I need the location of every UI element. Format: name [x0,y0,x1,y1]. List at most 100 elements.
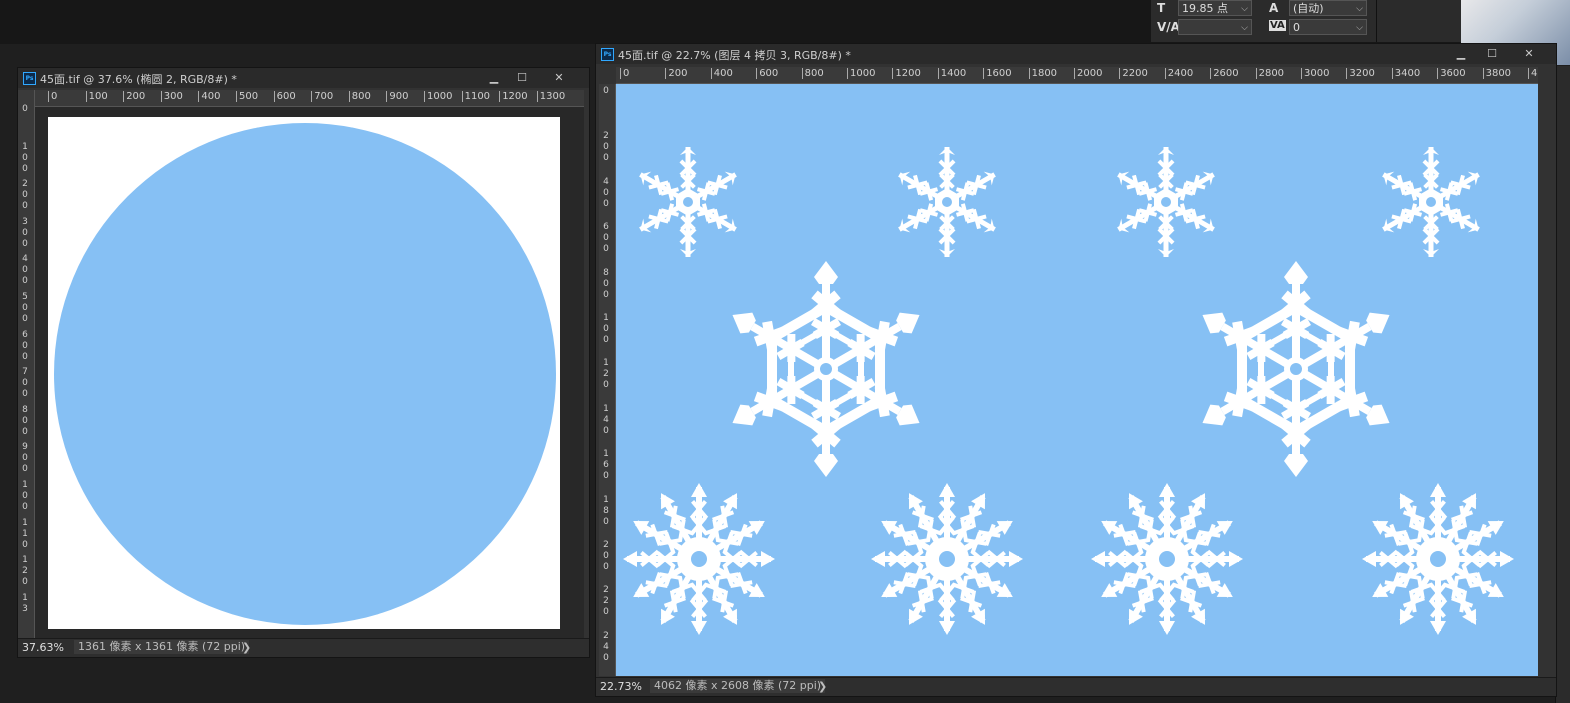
snowflake-shape [1114,147,1218,257]
zoom-level[interactable]: 37.63% [22,641,64,654]
ruler-tick-label: 1 2 0 [603,358,609,391]
ruler-tick-label: 2 0 0 [603,540,609,572]
ruler-tick-label: 0 [603,86,609,96]
tracking-field[interactable]: 0 ⌵ [1289,19,1367,35]
minimize-button[interactable]: ▁ [483,70,505,85]
chevron-down-icon[interactable]: ⌵ [1356,1,1363,17]
horizontal-ruler[interactable]: 0 200 400 600 800 1000 1200 1400 1600 1800 2000 220… [616,67,1538,84]
chevron-down-icon[interactable]: ⌵ [1241,1,1248,17]
ruler-tick-label: 0 [48,91,57,102]
ruler-tick-label: 1200 [892,68,921,79]
vertical-ruler[interactable]: 0 1 0 0 2 0 0 3 0 0 4 0 0 5 0 0 6 0 0 7 0 0 8 0 … [18,90,35,638]
ruler-tick-label: 1 1 0 [22,517,28,550]
leading-icon: A [1269,1,1279,15]
ruler-tick-label: 2 2 0 [603,585,609,618]
tracking-value: 0 [1293,21,1300,34]
chevron-right-icon[interactable]: ❯ [818,680,827,693]
ruler-tick-label: 6 0 0 [22,329,28,362]
chevron-down-icon[interactable]: ⌵ [1241,20,1248,36]
ruler-tick-label: 1 2 0 [22,555,28,588]
leading-field[interactable]: (自动) ⌵ [1289,0,1367,16]
ruler-tick-label: 3 0 0 [22,216,28,249]
canvas-area[interactable] [616,84,1538,676]
snowflake-shape [1362,483,1514,635]
ruler-tick-label: 3400 [1391,68,1420,79]
snowflake-canvas [616,84,1538,676]
ruler-tick-label: 1200 [499,91,528,102]
maximize-button[interactable]: ☐ [1481,46,1503,61]
leading-value: (自动) [1293,2,1324,15]
document-window-snowflakes[interactable]: Ps 45面.tif @ 22.7% (图层 4 拷贝 3, RGB/8#) *… [595,43,1557,697]
ruler-tick-label: 700 [311,91,333,102]
zoom-level[interactable]: 22.73% [600,680,642,693]
status-bar: 37.63% 1361 像素 x 1361 像素 (72 ppi) ❯ [18,638,589,657]
ruler-tick-label: 4 0 0 [22,254,28,287]
ruler-tick-label: 1 0 0 [603,313,609,345]
right-side-panel [1555,66,1570,703]
ruler-tick-label: 3000 [1301,68,1329,79]
window-titlebar[interactable]: Ps 45面.tif @ 37.6% (椭圆 2, RGB/8#) * ▁ ☐ … [18,68,589,88]
ruler-tick-label: 2 0 0 [22,179,28,212]
ruler-tick-label: 1 6 0 [603,449,609,482]
ruler-tick-label: 800 [348,91,371,102]
close-button[interactable]: ✕ [548,70,570,85]
ruler-tick-label: 8 0 0 [22,404,28,437]
ruler-tick-label: 2800 [1255,68,1284,79]
document-info[interactable]: 1361 像素 x 1361 像素 (72 ppi) [74,640,250,654]
ruler-tick-label: 1 0 0 [22,480,28,512]
ruler-tick-label: 40 [1528,68,1538,79]
tracking-icon: VA [1269,20,1286,31]
minimize-button[interactable]: ▁ [1450,46,1472,61]
chevron-down-icon[interactable]: ⌵ [1356,20,1363,36]
chevron-right-icon[interactable]: ❯ [242,641,251,654]
window-titlebar[interactable]: Ps 45面.tif @ 22.7% (图层 4 拷贝 3, RGB/8#) *… [596,44,1556,64]
ruler-tick-label: 4 0 0 [603,176,609,209]
ruler-tick-label: 9 0 0 [22,442,28,475]
document-window-circle[interactable]: Ps 45面.tif @ 37.6% (椭圆 2, RGB/8#) * ▁ ☐ … [17,67,590,658]
ruler-tick-label: 1400 [937,68,966,79]
ruler-tick-label: 1000 [424,91,452,102]
snowflake-shape [636,147,740,257]
ruler-tick-label: 400 [710,68,733,79]
ruler-tick-label: 600 [273,91,296,102]
ruler-tick-label: 0 [22,104,28,114]
horizontal-ruler[interactable]: 0 100 200 300 400 500 600 700 800 900 1000 1100 1200… [34,90,584,107]
ruler-tick-label: 1800 [1028,68,1057,79]
ruler-tick-label: 2000 [1074,68,1102,79]
photoshop-icon: Ps [23,72,36,85]
ruler-tick-label: 200 [665,68,687,79]
ruler-tick-label: 500 [236,91,258,102]
ruler-tick-label: 800 [801,68,824,79]
maximize-button[interactable]: ☐ [511,70,533,85]
ruler-tick-label: 2600 [1210,68,1239,79]
photoshop-icon: Ps [601,48,614,61]
ruler-tick-label: 7 0 0 [22,367,28,400]
document-info[interactable]: 4062 像素 x 2608 像素 (72 ppi) [650,679,826,693]
window-title: 45面.tif @ 22.7% (图层 4 拷贝 3, RGB/8#) * [618,49,851,62]
snowflake-shape [895,147,999,257]
ruler-tick-label: 2 4 0 [603,630,609,663]
ruler-tick-label: 2200 [1119,68,1148,79]
panel-strip [1376,0,1462,42]
ruler-tick-label: 600 [756,68,778,79]
close-button[interactable]: ✕ [1518,46,1540,61]
ruler-tick-label: 1 8 0 [603,494,609,527]
vertical-ruler[interactable]: 0 2 0 0 4 0 0 6 0 0 8 0 0 1 0 0 1 2 0 1 4 0 1 6 … [599,84,616,676]
snowflake-shape [871,483,1023,635]
ruler-tick-label: 3200 [1346,68,1375,79]
ruler-tick-label: 1300 [536,91,565,102]
snowflake-shape [1195,261,1397,477]
ruler-tick-label: 1 0 0 [22,141,28,174]
snowflake-shape [725,261,927,477]
ruler-tick-label: 1600 [983,68,1012,79]
kerning-field[interactable]: ⌵ [1178,19,1252,35]
font-size-value: 19.85 点 [1182,2,1228,15]
snowflake-shape [1379,147,1483,257]
snowflake-shape [623,483,775,635]
ruler-tick-label: 200 [123,91,145,102]
font-size-field[interactable]: 19.85 点 ⌵ [1178,0,1252,16]
window-title: 45面.tif @ 37.6% (椭圆 2, RGB/8#) * [40,73,237,86]
character-panel: T 19.85 点 ⌵ A (自动) ⌵ V/A ⌵ VA 0 ⌵ [1151,0,1376,42]
canvas-area[interactable] [35,107,584,638]
ruler-tick-label: 5 0 0 [22,292,28,324]
